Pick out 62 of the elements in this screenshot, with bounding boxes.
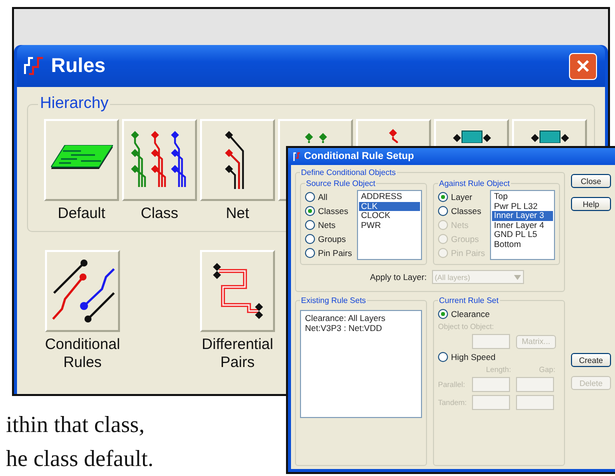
radio-option[interactable]: Pin Pairs xyxy=(305,248,353,258)
chip-icon xyxy=(452,129,492,143)
list-item[interactable]: Bottom xyxy=(492,240,553,249)
list-item[interactable]: Top xyxy=(492,192,553,202)
radio-option[interactable]: Groups xyxy=(305,234,353,244)
rule-type-button[interactable] xyxy=(44,119,119,201)
list-box[interactable]: ADDRESS CLK CLOCK PWR xyxy=(357,190,422,260)
app-icon xyxy=(292,152,301,162)
group-title: Hierarchy xyxy=(39,95,110,113)
radio-option[interactable]: Classes xyxy=(305,206,353,216)
rule-type-button[interactable] xyxy=(200,119,275,201)
group-title: Source Rule Object xyxy=(305,179,376,188)
group-title: Define Conditional Objects xyxy=(300,168,397,177)
differential-traces-icon xyxy=(212,263,262,319)
list-item[interactable]: CLK xyxy=(359,202,420,211)
radio-option[interactable]: Clearance xyxy=(438,309,560,319)
close-button[interactable] xyxy=(569,52,597,80)
button-label: Default xyxy=(58,205,106,223)
button-label: Net xyxy=(226,205,250,223)
chip-icon xyxy=(530,129,570,143)
rule-type-button[interactable] xyxy=(45,250,120,332)
list-item[interactable]: Pwr PL L32 xyxy=(492,202,553,211)
dialog-button[interactable]: Help xyxy=(571,197,611,211)
button-label: Class xyxy=(140,205,178,223)
list-box[interactable]: Top Pwr PL L32 Inner Layer 3 Inner Layer 4 GND PL L5 Bottom xyxy=(490,190,555,260)
list-item[interactable]: Clearance: All Layers xyxy=(303,313,419,323)
dropdown-arrow-icon xyxy=(514,274,521,280)
list-box[interactable]: Clearance: All Layers Net:V3P3 : Net:VDD xyxy=(300,310,422,418)
text-field[interactable] xyxy=(472,395,510,410)
list-item[interactable]: GND PL L5 xyxy=(492,230,553,240)
window-title: Rules xyxy=(51,54,106,78)
list-item[interactable]: PWR xyxy=(359,220,420,230)
rule-type-button[interactable] xyxy=(122,119,197,201)
radio-option[interactable]: All xyxy=(305,192,353,202)
radio-option[interactable]: Nets xyxy=(305,220,353,230)
radio-option[interactable]: High Speed xyxy=(438,352,560,362)
group-title: Current Rule Set xyxy=(438,296,500,305)
radio-option[interactable]: Classes xyxy=(438,206,486,216)
text-field[interactable] xyxy=(516,377,554,392)
button-label: Differential Pairs xyxy=(200,336,274,372)
text-field[interactable] xyxy=(472,334,510,349)
group-title: Existing Rule Sets xyxy=(300,296,367,305)
body-text: ithin that class, xyxy=(6,411,146,439)
list-item[interactable]: ADDRESS xyxy=(359,192,420,202)
list-item[interactable]: Inner Layer 4 xyxy=(492,220,553,230)
field-label: Apply to Layer: xyxy=(370,272,427,282)
dialog-title: Conditional Rule Setup xyxy=(304,151,414,162)
list-item[interactable]: Inner Layer 3 xyxy=(492,211,553,220)
close-icon xyxy=(575,58,591,74)
text-field[interactable] xyxy=(472,377,510,392)
app-icon xyxy=(23,55,45,77)
button-label: Conditional Rules xyxy=(44,336,122,372)
trace-icon xyxy=(388,129,398,143)
list-item[interactable]: CLOCK xyxy=(359,211,420,220)
dialog-button[interactable]: Close xyxy=(571,174,611,188)
radio-option[interactable]: Layer xyxy=(438,192,486,202)
dialog-button[interactable]: Create xyxy=(571,353,611,367)
traces-icon xyxy=(50,259,116,323)
list-item[interactable]: Net:V3P3 : Net:VDD xyxy=(303,323,419,333)
body-text: he class default. xyxy=(6,445,154,473)
group-title: Against Rule Object xyxy=(438,179,511,188)
text-field[interactable] xyxy=(516,395,554,410)
